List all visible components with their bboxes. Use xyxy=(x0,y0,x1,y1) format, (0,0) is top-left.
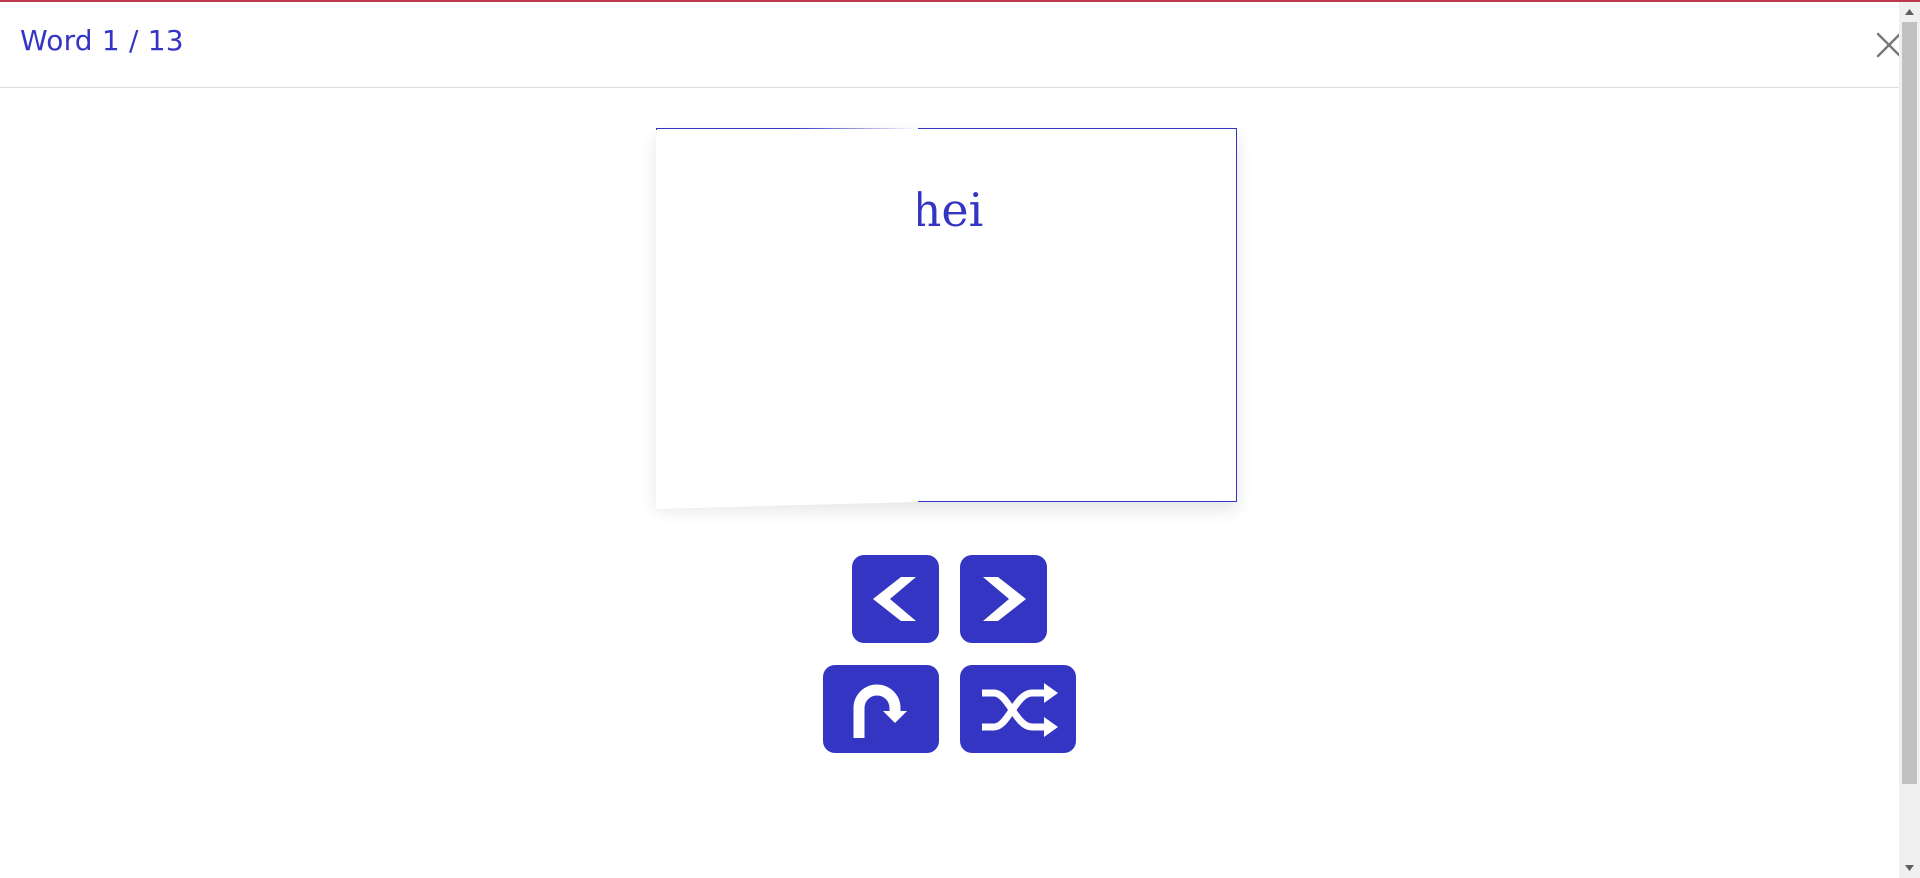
shuffle-button[interactable] xyxy=(960,665,1076,753)
chevron-left-icon xyxy=(873,577,916,621)
scrollbar-thumb[interactable] xyxy=(1902,22,1917,784)
page-title: Word 1 / 13 xyxy=(20,24,184,57)
chevron-right-icon xyxy=(983,577,1026,621)
previous-word-button[interactable] xyxy=(852,555,939,643)
flashcard-stage: hei xyxy=(656,128,1239,510)
modal-header: Word 1 / 13 xyxy=(0,2,1899,88)
scroll-down-arrow-icon[interactable] xyxy=(1899,860,1920,876)
scroll-up-arrow-icon[interactable] xyxy=(1899,4,1920,20)
flashcard-word: hei xyxy=(911,183,984,237)
flip-card-button[interactable] xyxy=(823,665,939,753)
next-word-button[interactable] xyxy=(960,555,1047,643)
u-turn-arrow-icon xyxy=(853,684,907,738)
flashcard[interactable]: hei xyxy=(656,128,1237,502)
shuffle-icon xyxy=(982,683,1058,737)
